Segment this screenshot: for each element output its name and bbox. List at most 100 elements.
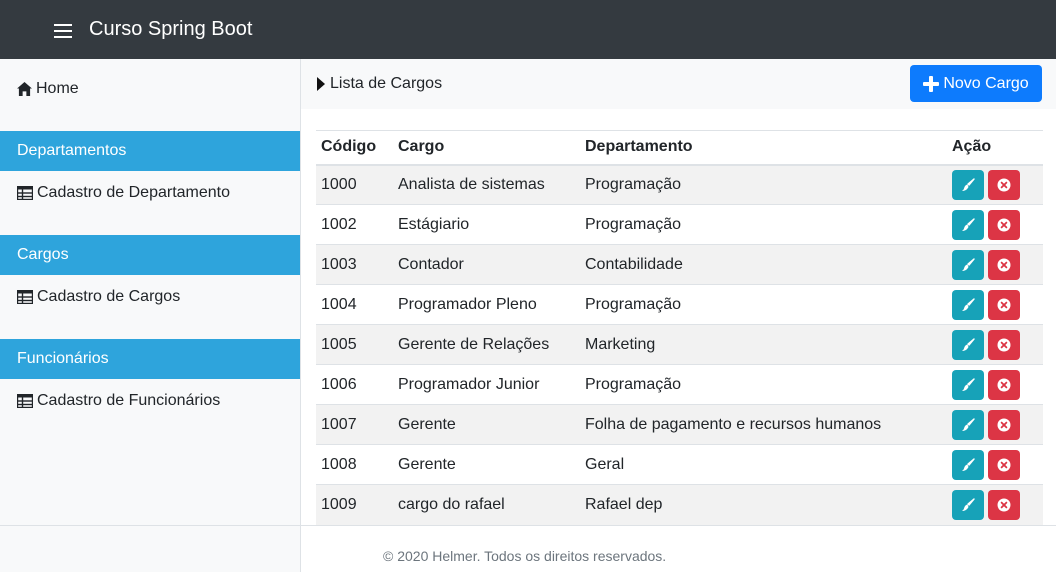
cell-departamento: Programação xyxy=(580,204,947,245)
brush-icon xyxy=(961,377,975,392)
cell-codigo: 1004 xyxy=(316,284,393,325)
row-actions xyxy=(952,249,1038,280)
brush-icon xyxy=(961,217,975,232)
cell-acao xyxy=(947,164,1043,205)
delete-button[interactable] xyxy=(988,369,1020,400)
footer-text: © 2020 Helmer. Todos os direitos reserva… xyxy=(383,548,667,564)
table-row: 1006 Programador Junior Programação xyxy=(316,364,1043,405)
delete-button[interactable] xyxy=(988,409,1020,440)
table-row: 1009 cargo do rafael Rafael dep xyxy=(316,484,1043,525)
cell-departamento: Programação xyxy=(580,164,947,205)
sidebar-section-departamentos: Departamentos xyxy=(0,131,300,171)
edit-button[interactable] xyxy=(952,449,984,480)
brush-icon xyxy=(961,178,975,192)
cell-cargo: Gerente de Relações xyxy=(393,324,580,365)
cell-cargo: Analista de sistemas xyxy=(393,164,580,205)
main-content: Lista de Cargos Novo Cargo Código Cargo … xyxy=(301,59,1056,572)
row-actions xyxy=(952,489,1038,520)
cell-departamento: Contabilidade xyxy=(580,244,947,285)
cell-acao xyxy=(947,204,1043,245)
new-cargo-button[interactable]: Novo Cargo xyxy=(910,65,1042,102)
cell-departamento: Rafael dep xyxy=(580,484,947,525)
delete-button[interactable] xyxy=(988,289,1020,320)
edit-button[interactable] xyxy=(952,289,984,320)
table-row: 1007 Gerente Folha de pagamento e recursos… xyxy=(316,404,1043,445)
delete-button[interactable] xyxy=(988,449,1020,480)
home-icon xyxy=(17,82,32,96)
times-circle-icon xyxy=(997,378,1011,392)
cell-codigo: 1003 xyxy=(316,244,393,285)
hamburger-menu-icon[interactable] xyxy=(54,24,72,38)
sidebar-item-cadastro-cargos[interactable]: Cadastro de Cargos xyxy=(17,286,180,308)
edit-button[interactable] xyxy=(952,209,984,240)
times-circle-icon xyxy=(997,418,1011,432)
plus-icon xyxy=(923,75,940,92)
cell-codigo: 1002 xyxy=(316,204,393,245)
row-actions xyxy=(952,289,1038,320)
cell-cargo: Gerente xyxy=(393,444,580,485)
edit-button[interactable] xyxy=(952,329,984,360)
brush-icon xyxy=(961,498,975,512)
cell-cargo: Contador xyxy=(393,244,580,285)
table-row: 1004 Programador Pleno Programação xyxy=(316,284,1043,325)
column-header-acao: Ação xyxy=(947,130,1043,166)
top-navbar: Curso Spring Boot xyxy=(0,0,1056,59)
sidebar-item-label: Home xyxy=(36,80,79,97)
table-row: 1008 Gerente Geral xyxy=(316,444,1043,485)
footer-divider xyxy=(0,525,1056,526)
brush-icon xyxy=(961,257,975,272)
sidebar-section-cargos: Cargos xyxy=(0,235,300,275)
delete-button[interactable] xyxy=(988,489,1020,520)
cell-cargo: cargo do rafael xyxy=(393,484,580,525)
cell-departamento: Programação xyxy=(580,284,947,325)
delete-button[interactable] xyxy=(988,329,1020,360)
table-row: 1005 Gerente de Relações Marketing xyxy=(316,324,1043,365)
times-circle-icon xyxy=(997,298,1011,312)
sidebar: Home Departamentos Cadastro de Departame… xyxy=(0,59,301,572)
cell-acao xyxy=(947,284,1043,325)
cell-departamento: Folha de pagamento e recursos humanos xyxy=(580,404,947,445)
edit-button[interactable] xyxy=(952,369,984,400)
sidebar-item-home[interactable]: Home xyxy=(17,78,79,100)
edit-button[interactable] xyxy=(952,409,984,440)
cell-acao xyxy=(947,444,1043,485)
cell-acao xyxy=(947,364,1043,405)
cell-acao xyxy=(947,484,1043,525)
times-circle-icon xyxy=(997,338,1011,352)
table-icon xyxy=(17,186,33,200)
navbar-brand[interactable]: Curso Spring Boot xyxy=(89,17,252,41)
cell-codigo: 1009 xyxy=(316,484,393,525)
cell-cargo: Gerente xyxy=(393,404,580,445)
sidebar-item-cadastro-departamento[interactable]: Cadastro de Departamento xyxy=(17,182,230,204)
row-actions xyxy=(952,209,1038,240)
caret-right-icon xyxy=(317,77,325,91)
new-cargo-label: Novo Cargo xyxy=(943,74,1029,92)
delete-button[interactable] xyxy=(988,209,1020,240)
cell-codigo: 1008 xyxy=(316,444,393,485)
cell-acao xyxy=(947,324,1043,365)
delete-button[interactable] xyxy=(988,169,1020,200)
times-circle-icon xyxy=(997,458,1011,472)
brush-icon xyxy=(961,337,975,352)
row-actions xyxy=(952,369,1038,400)
times-circle-icon xyxy=(997,498,1011,512)
sidebar-item-label: Cadastro de Funcionários xyxy=(37,392,221,409)
table-icon xyxy=(17,290,33,304)
column-header-departamento: Departamento xyxy=(580,130,947,166)
delete-button[interactable] xyxy=(988,249,1020,280)
times-circle-icon xyxy=(997,218,1011,232)
row-actions xyxy=(952,329,1038,360)
column-header-cargo: Cargo xyxy=(393,130,580,166)
edit-button[interactable] xyxy=(952,489,984,520)
cell-codigo: 1007 xyxy=(316,404,393,445)
edit-button[interactable] xyxy=(952,249,984,280)
cell-codigo: 1005 xyxy=(316,324,393,365)
breadcrumb-label: Lista de Cargos xyxy=(330,75,443,92)
cell-departamento: Geral xyxy=(580,444,947,485)
breadcrumb-bar: Lista de Cargos Novo Cargo xyxy=(301,59,1056,109)
edit-button[interactable] xyxy=(952,169,984,200)
row-actions xyxy=(952,449,1038,480)
column-header-codigo: Código xyxy=(316,130,393,166)
sidebar-item-cadastro-funcionarios[interactable]: Cadastro de Funcionários xyxy=(17,390,220,412)
brush-icon xyxy=(961,457,975,472)
